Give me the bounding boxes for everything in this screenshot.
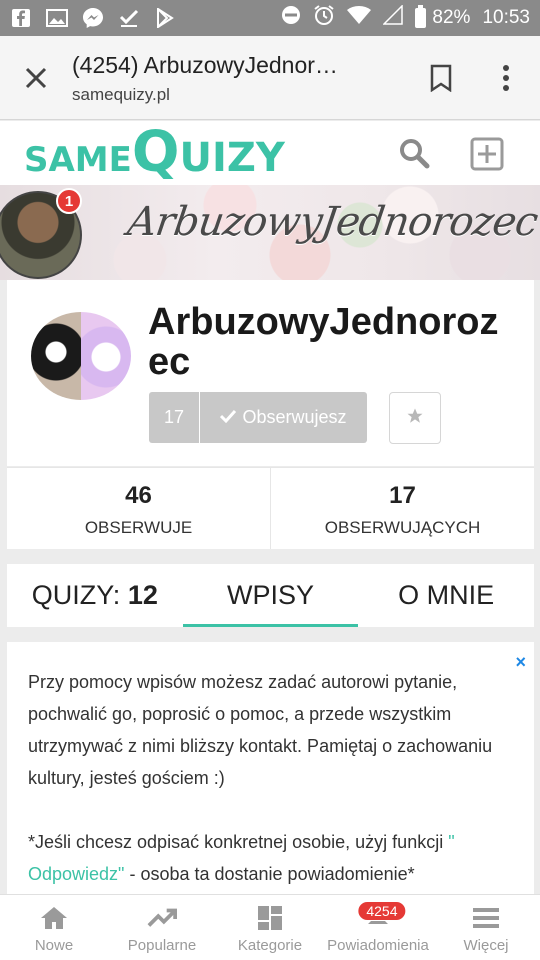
following-toggle-button[interactable]: Obserwujesz [200, 392, 367, 443]
unicorn-image [81, 312, 131, 400]
tab-wpisy[interactable]: WPISY [182, 564, 359, 627]
profile-name: ArbuzowyJednorozec [148, 301, 499, 383]
battery-percent: 82% [432, 7, 471, 28]
signal-icon [382, 4, 404, 31]
trending-icon [147, 905, 177, 931]
profile-card: ArbuzowyJednorozec 17 Obserwujesz [7, 280, 534, 466]
wifi-icon [347, 5, 372, 31]
nav-powiadomienia[interactable]: 4254 Powiadomienia [324, 895, 432, 960]
browser-toolbar: (4254) ArbuzowyJednor… samequizy.pl [0, 36, 540, 120]
page-title: (4254) ArbuzowyJednor… [72, 52, 338, 78]
profile-tabs: QUIZY: 12 WPISY O MNIE [7, 564, 534, 627]
reply-hint: *Jeśli chcesz odpisać konkretnej osobie,… [28, 832, 455, 884]
banner-title: ArbuzowyJednorozec [124, 199, 540, 245]
status-bar: 82% 10:53 [0, 0, 540, 36]
following-label: OBSERWUJE [84, 518, 193, 537]
check-icon [220, 407, 237, 428]
followers-label: OBSERWUJĄCYCH [324, 518, 481, 537]
follow-label: Obserwujesz [242, 407, 347, 427]
follow-stats: 46 OBSERWUJE 17 OBSERWUJĄCYCH [7, 467, 534, 549]
site-header: SAMEQUIZY [0, 121, 540, 185]
info-box: × Przy pomocy wpisów możesz zadać autoro… [7, 642, 534, 902]
followers-count: 17 [389, 482, 416, 509]
following-stat[interactable]: 46 OBSERWUJE [7, 468, 270, 549]
add-quiz-icon[interactable] [470, 137, 504, 171]
home-icon [39, 905, 69, 931]
close-icon[interactable] [22, 64, 50, 92]
clock: 10:53 [482, 7, 530, 28]
hamburger-menu-icon [471, 905, 501, 931]
bottom-nav: Nowe Popularne Kategorie 4254 Powiadomie… [0, 894, 540, 960]
close-info-icon[interactable]: × [515, 646, 526, 678]
search-icon[interactable] [398, 137, 430, 169]
bulldog-image [31, 312, 81, 400]
messenger-icon [82, 7, 104, 29]
grid-icon [255, 905, 285, 931]
followers-stat[interactable]: 17 OBSERWUJĄCYCH [270, 468, 534, 549]
notifications-badge: 4254 [357, 901, 407, 921]
nav-kategorie[interactable]: Kategorie [216, 895, 324, 960]
tab-o-mnie[interactable]: O MNIE [358, 564, 534, 627]
info-paragraph: Przy pomocy wpisów możesz zadać autorowi… [28, 672, 493, 788]
following-count: 46 [125, 482, 152, 509]
nav-nowe[interactable]: Nowe [0, 895, 108, 960]
favorite-button[interactable] [389, 392, 441, 444]
nav-wiecej[interactable]: Więcej [432, 895, 540, 960]
facebook-icon [10, 7, 32, 29]
page-url[interactable]: samequizy.pl [72, 85, 170, 105]
alarm-icon [313, 4, 335, 32]
samequizy-logo[interactable]: SAMEQUIZY [24, 125, 285, 182]
nav-popularne[interactable]: Popularne [108, 895, 216, 960]
tab-quizy[interactable]: QUIZY: 12 [7, 564, 183, 627]
bookmark-icon[interactable] [429, 64, 453, 93]
star-icon [406, 407, 424, 430]
gallery-icon [46, 7, 68, 29]
followers-count-button[interactable]: 17 [149, 392, 199, 443]
quizy-count: 12 [127, 580, 158, 610]
play-store-icon [154, 7, 176, 29]
battery-icon [415, 5, 427, 28]
profile-picture [31, 312, 131, 400]
check-download-icon [118, 7, 140, 29]
notification-badge: 1 [56, 188, 82, 214]
do-not-disturb-icon [281, 5, 301, 31]
more-options-icon[interactable] [500, 64, 512, 94]
